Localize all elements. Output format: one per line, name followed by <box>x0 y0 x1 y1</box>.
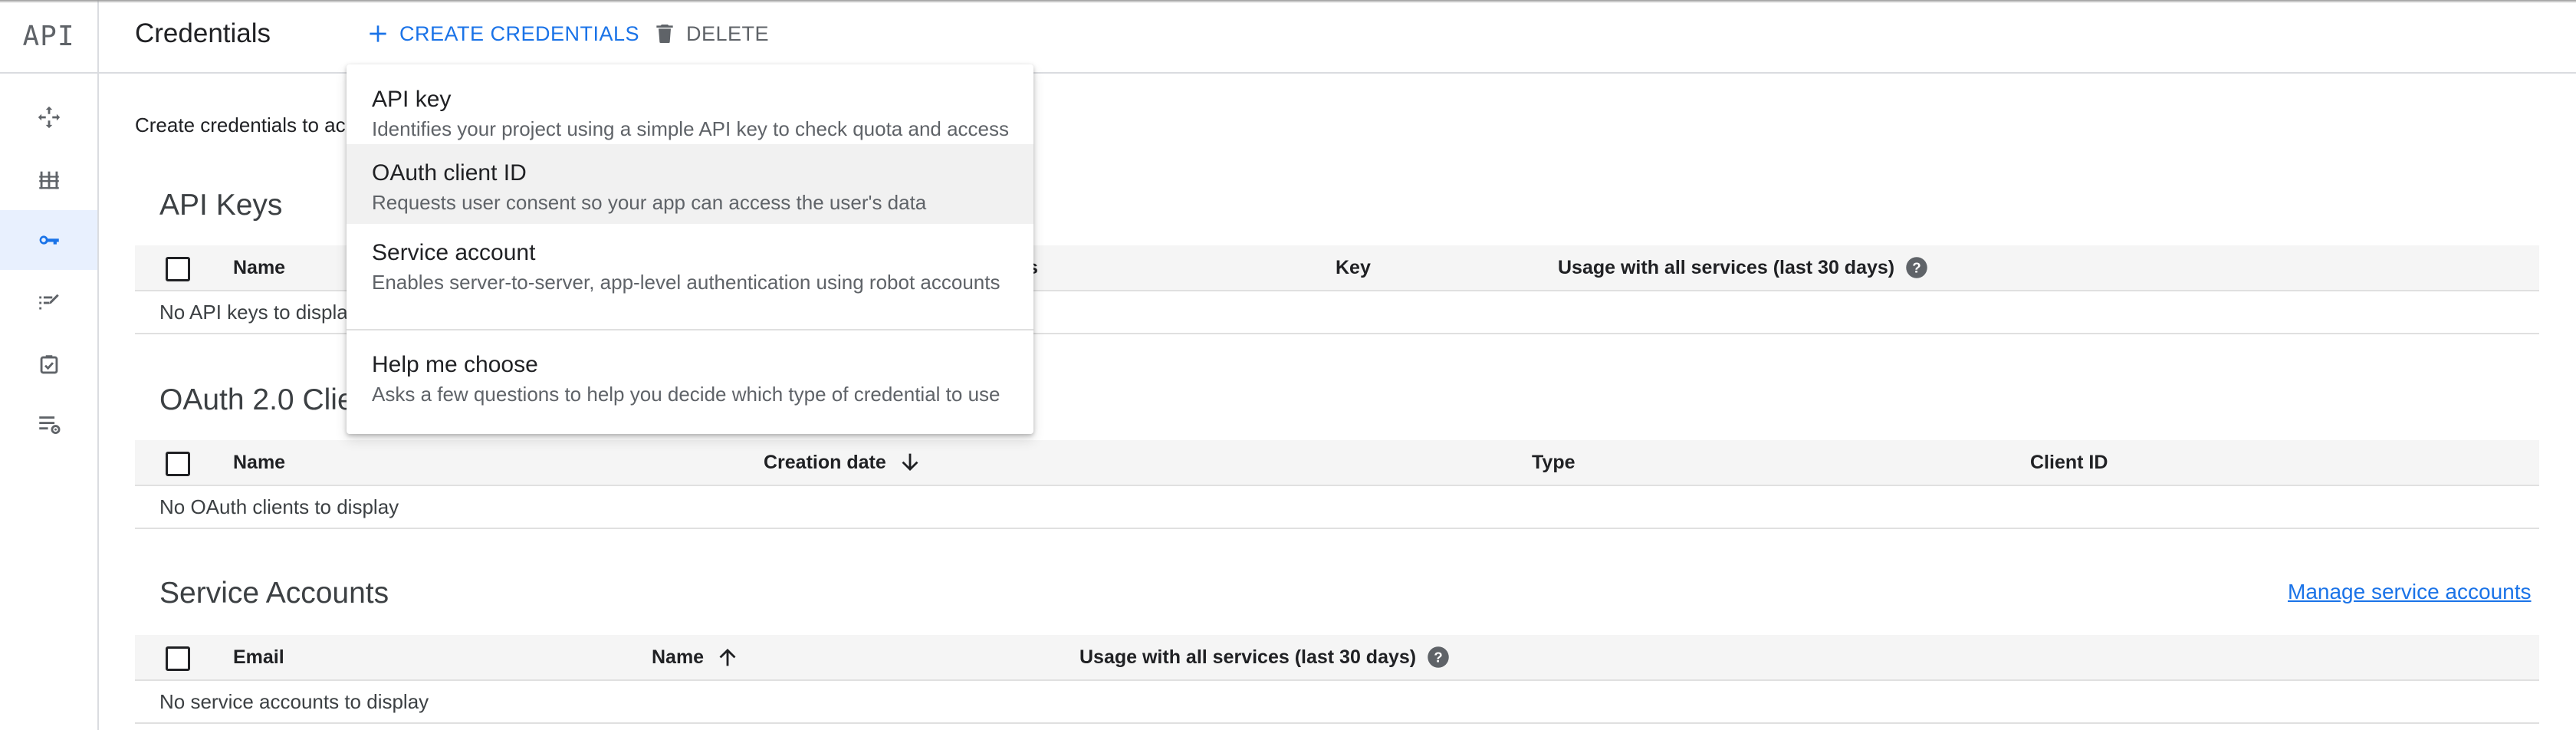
page-title: Credentials <box>135 18 271 48</box>
oauth-table-header: Name Creation date Type Client ID <box>135 440 2539 486</box>
column-client-id[interactable]: Client ID <box>2030 440 2108 485</box>
svg-text:?: ? <box>1434 649 1442 665</box>
api-keys-title: API Keys <box>159 189 283 222</box>
create-credentials-label: CREATE CREDENTIALS <box>399 21 640 45</box>
delete-button[interactable]: DELETE <box>652 21 769 46</box>
help-icon[interactable]: ? <box>1427 646 1450 669</box>
oauth-empty-row: No OAuth clients to display <box>135 486 2539 529</box>
create-credentials-menu: API key Identifies your project using a … <box>347 64 1033 434</box>
service-accounts-empty-row: No service accounts to display <box>135 681 2539 724</box>
service-accounts-title: Service Accounts <box>159 577 389 610</box>
checkbox-page-icon <box>40 355 58 374</box>
menu-divider <box>347 329 1033 330</box>
column-name-label: Name <box>652 646 705 668</box>
column-usage[interactable]: Usage with all services (last 30 days) ? <box>1558 245 1928 290</box>
key-icon <box>39 235 59 245</box>
create-credentials-button[interactable]: CREATE CREDENTIALS <box>366 21 639 46</box>
menu-item-api-key[interactable]: API key Identifies your project using a … <box>347 64 1033 144</box>
column-email[interactable]: Email <box>233 635 284 679</box>
column-name[interactable]: Name <box>233 440 285 485</box>
top-shadow <box>0 0 2576 3</box>
menu-item-title: OAuth client ID <box>372 160 527 186</box>
column-name[interactable]: Name <box>652 635 741 679</box>
menu-item-title: Service account <box>372 240 536 265</box>
column-type[interactable]: Type <box>1532 440 1576 485</box>
api-logo[interactable]: API <box>0 0 97 74</box>
select-all-service-accounts-checkbox[interactable] <box>166 646 190 671</box>
menu-item-oauth-client-id[interactable]: OAuth client ID Requests user consent so… <box>347 144 1033 224</box>
trash-icon <box>656 25 673 43</box>
select-all-oauth-checkbox[interactable] <box>166 452 190 476</box>
menu-item-title: Help me choose <box>372 352 538 377</box>
column-key[interactable]: Key <box>1336 245 1371 290</box>
menu-item-description: Identifies your project using a simple A… <box>372 117 1010 140</box>
column-creation-date[interactable]: Creation date <box>764 440 923 485</box>
arrow-down-icon <box>902 453 918 472</box>
menu-item-help-me-choose[interactable]: Help me choose Asks a few questions to h… <box>347 331 1033 416</box>
service-accounts-table-header: Email Name Usage with all services (last… <box>135 635 2539 681</box>
plus-icon <box>370 25 386 42</box>
column-usage[interactable]: Usage with all services (last 30 days) ? <box>1079 635 1450 679</box>
header-bar: Credentials CREATE CREDENTIALS DELETE <box>99 0 2576 74</box>
oauth-clients-title: OAuth 2.0 Clie <box>159 383 354 416</box>
select-all-api-keys-checkbox[interactable] <box>166 257 190 281</box>
sidebar-item-consent[interactable] <box>0 273 97 333</box>
sidebar: API <box>0 0 99 730</box>
menu-item-description: Requests user consent so your app can ac… <box>372 191 927 214</box>
sidebar-item-page-usage[interactable] <box>0 335 97 395</box>
manage-service-accounts-link[interactable]: Manage service accounts <box>2288 580 2532 604</box>
column-usage-label: Usage with all services (last 30 days) <box>1558 256 1895 278</box>
delete-label: DELETE <box>686 21 770 45</box>
consent-icon <box>38 294 59 310</box>
sidebar-item-library[interactable] <box>0 150 97 210</box>
sidebar-item-enabled-apis[interactable] <box>0 87 97 147</box>
help-icon[interactable]: ? <box>1905 256 1928 279</box>
settings-list-icon <box>38 416 60 435</box>
column-usage-label: Usage with all services (last 30 days) <box>1079 646 1417 668</box>
menu-item-description: Asks a few questions to help you decide … <box>372 383 1001 406</box>
move-icon <box>38 106 60 129</box>
sidebar-item-credentials[interactable] <box>0 210 97 270</box>
column-name[interactable]: Name <box>233 245 285 290</box>
library-icon <box>38 171 59 189</box>
svg-text:?: ? <box>1912 259 1921 275</box>
column-creation-date-label: Creation date <box>764 451 886 473</box>
arrow-up-icon <box>719 648 736 666</box>
intro-text: Create credentials to ac <box>135 113 346 136</box>
menu-item-title: API key <box>372 87 452 112</box>
menu-item-description: Enables server-to-server, app-level auth… <box>372 271 1001 294</box>
menu-item-service-account[interactable]: Service account Enables server-to-server… <box>347 224 1033 304</box>
sidebar-item-settings[interactable] <box>0 394 97 454</box>
